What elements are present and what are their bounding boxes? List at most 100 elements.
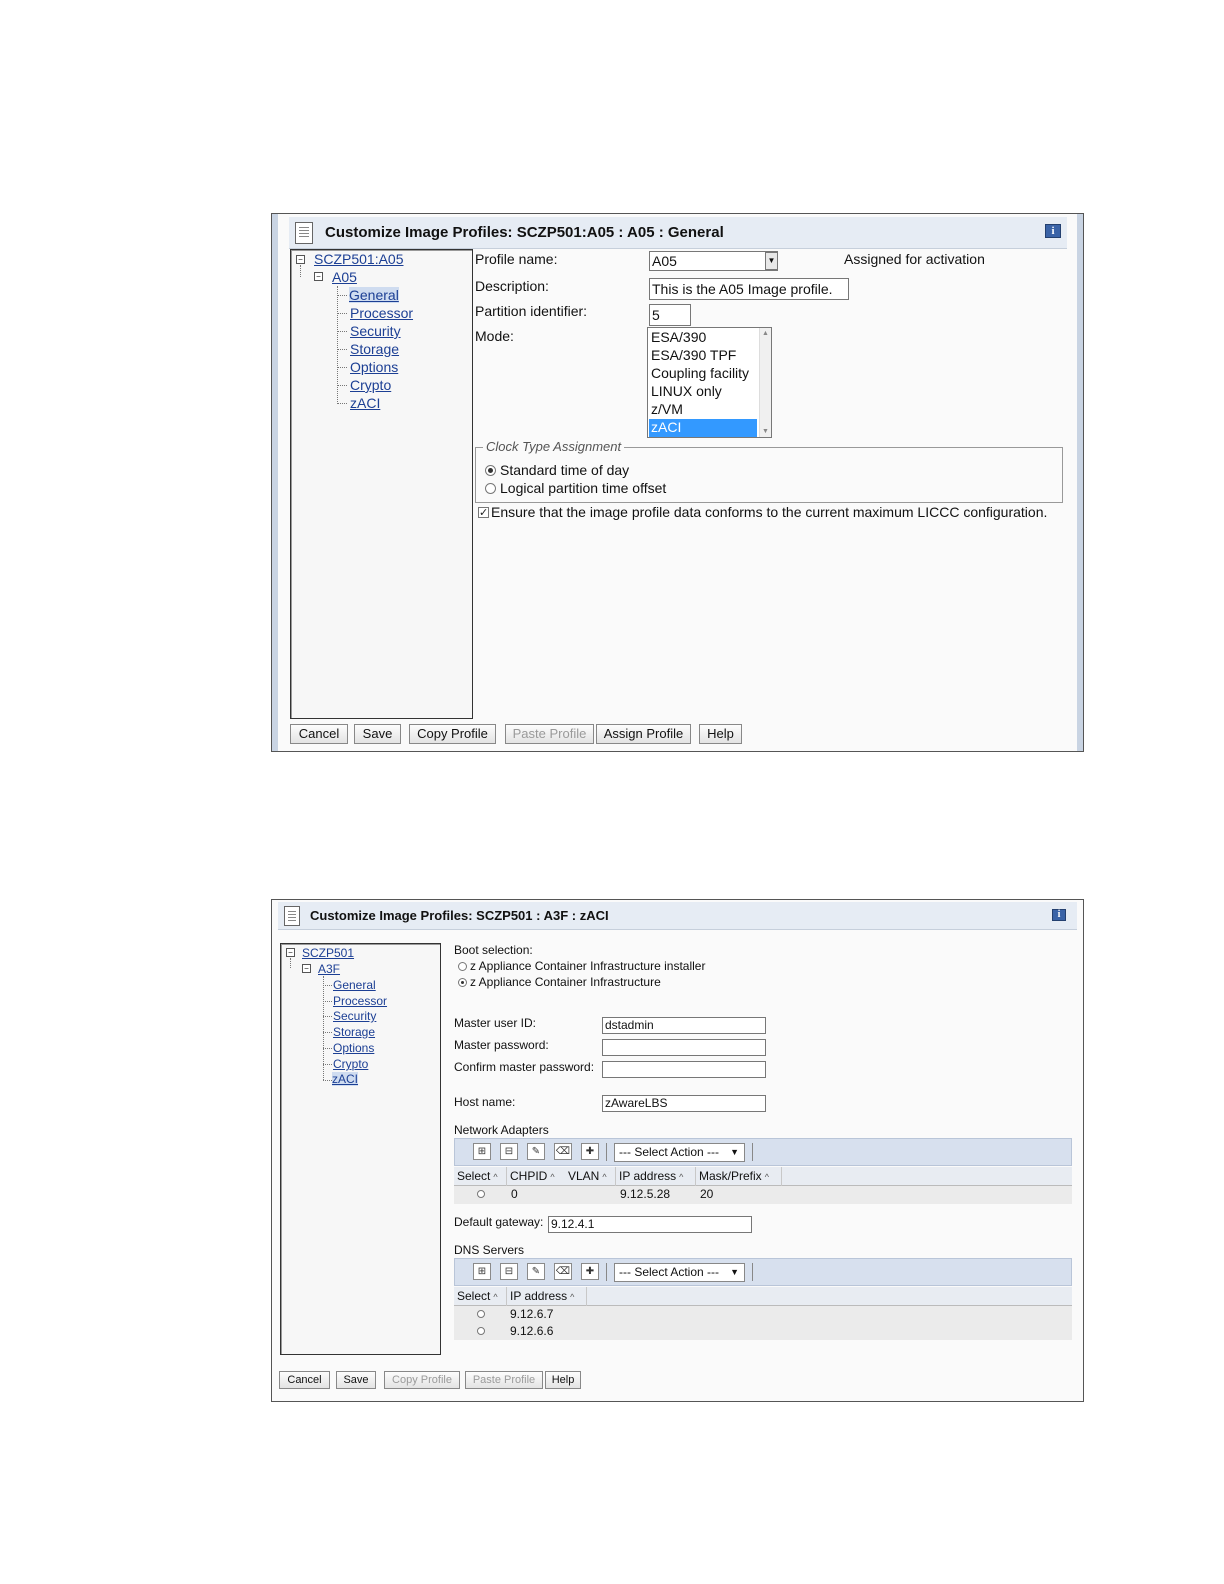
default-gateway-input[interactable]: 9.12.4.1 bbox=[548, 1216, 752, 1233]
assign-profile-button[interactable]: Assign Profile bbox=[596, 724, 691, 744]
add-icon[interactable]: ✚ bbox=[581, 1143, 599, 1160]
collapse-image-icon[interactable]: − bbox=[302, 964, 311, 973]
master-user-id-value: dstadmin bbox=[605, 1018, 654, 1032]
window-left-edge bbox=[272, 214, 278, 751]
tree-node-image[interactable]: A05 bbox=[332, 269, 357, 285]
paste-profile-button[interactable]: Paste Profile bbox=[505, 724, 594, 744]
mode-option-linux-only[interactable]: LINUX only bbox=[649, 383, 757, 401]
ensure-liccc-label: Ensure that the image profile data confo… bbox=[491, 504, 1048, 520]
edit-icon[interactable]: ✎ bbox=[527, 1263, 545, 1280]
tree-item-general[interactable]: General bbox=[349, 287, 399, 303]
deselect-all-icon[interactable]: ⊟ bbox=[500, 1143, 518, 1160]
help-button[interactable]: Help bbox=[545, 1371, 581, 1389]
deselect-all-icon[interactable]: ⊟ bbox=[500, 1263, 518, 1280]
tree-item-crypto[interactable]: Crypto bbox=[333, 1057, 368, 1071]
master-password-label: Master password: bbox=[454, 1038, 549, 1052]
select-all-icon[interactable]: ⊞ bbox=[473, 1143, 491, 1160]
help-button[interactable]: Help bbox=[699, 724, 742, 744]
confirm-master-password-input[interactable] bbox=[602, 1061, 766, 1078]
tree-item-general[interactable]: General bbox=[333, 978, 376, 992]
column-header-ip-address[interactable]: IP address ^ bbox=[619, 1167, 683, 1186]
radio-standard-time[interactable] bbox=[485, 465, 496, 476]
info-icon[interactable]: i bbox=[1052, 909, 1066, 921]
profile-name-combobox[interactable]: A05 bbox=[649, 251, 778, 271]
radio-zaci[interactable] bbox=[458, 978, 467, 987]
column-header-select[interactable]: Select ^ bbox=[457, 1287, 498, 1306]
dns-select-action-dropdown[interactable]: --- Select Action --- ▼ bbox=[614, 1263, 745, 1282]
master-user-id-input[interactable]: dstadmin bbox=[602, 1017, 766, 1034]
collapse-root-icon[interactable]: − bbox=[286, 948, 295, 957]
column-header-chpid[interactable]: CHPID ^ bbox=[510, 1167, 555, 1186]
window-titlebar: Customize Image Profiles: SCZP501:A05 : … bbox=[289, 217, 1067, 249]
tree-item-options[interactable]: Options bbox=[350, 359, 398, 375]
row-select-radio[interactable] bbox=[477, 1310, 485, 1318]
tree-node-root[interactable]: SCZP501 bbox=[302, 946, 354, 960]
mode-listbox[interactable]: ESA/390 ESA/390 TPF Coupling facility LI… bbox=[647, 327, 772, 438]
copy-profile-button[interactable]: Copy Profile bbox=[384, 1371, 460, 1389]
description-input[interactable]: This is the A05 Image profile. bbox=[649, 278, 849, 300]
tree-item-storage[interactable]: Storage bbox=[333, 1025, 375, 1039]
column-header-ip-address[interactable]: IP address ^ bbox=[510, 1287, 574, 1306]
master-password-input[interactable] bbox=[602, 1039, 766, 1056]
table-row[interactable]: 9.12.6.6 bbox=[454, 1323, 1072, 1340]
tree-node-root[interactable]: SCZP501:A05 bbox=[314, 251, 404, 267]
tree-item-zaci[interactable]: zACI bbox=[350, 395, 380, 411]
copy-profile-button[interactable]: Copy Profile bbox=[409, 724, 496, 744]
tree-item-crypto[interactable]: Crypto bbox=[350, 377, 391, 393]
tree-item-security[interactable]: Security bbox=[333, 1009, 376, 1023]
tree-node-image[interactable]: A3F bbox=[318, 962, 340, 976]
dns-servers-label: DNS Servers bbox=[454, 1243, 525, 1257]
radio-zaci-installer[interactable] bbox=[458, 962, 467, 971]
clear-icon[interactable]: ⌫ bbox=[554, 1143, 572, 1160]
tree-item-storage[interactable]: Storage bbox=[350, 341, 399, 357]
cancel-button[interactable]: Cancel bbox=[279, 1371, 330, 1389]
chevron-down-icon: ▼ bbox=[730, 1147, 739, 1157]
description-value: This is the A05 Image profile. bbox=[652, 281, 833, 297]
document-icon bbox=[284, 905, 300, 926]
mode-option-esa390-tpf[interactable]: ESA/390 TPF bbox=[649, 347, 757, 365]
mode-option-esa390[interactable]: ESA/390 bbox=[649, 329, 757, 347]
radio-logical-partition-offset[interactable] bbox=[485, 483, 496, 494]
mode-option-zvm[interactable]: z/VM bbox=[649, 401, 757, 419]
collapse-root-icon[interactable]: − bbox=[296, 255, 305, 264]
clear-icon[interactable]: ⌫ bbox=[554, 1263, 572, 1280]
mode-option-zaci[interactable]: zACI bbox=[649, 419, 757, 437]
tree-item-processor[interactable]: Processor bbox=[350, 305, 413, 321]
column-header-vlan[interactable]: VLAN ^ bbox=[568, 1167, 607, 1186]
ensure-liccc-checkbox[interactable]: ✓ bbox=[478, 507, 489, 519]
save-button[interactable]: Save bbox=[336, 1371, 376, 1389]
row-select-radio[interactable] bbox=[477, 1327, 485, 1335]
edit-icon[interactable]: ✎ bbox=[527, 1143, 545, 1160]
partition-identifier-input[interactable]: 5 bbox=[649, 304, 691, 326]
column-header-select[interactable]: Select ^ bbox=[457, 1167, 498, 1186]
host-name-input[interactable]: zAwareLBS bbox=[602, 1095, 766, 1112]
cancel-button[interactable]: Cancel bbox=[290, 724, 348, 744]
paste-profile-button[interactable]: Paste Profile bbox=[465, 1371, 543, 1389]
chevron-down-icon: ▼ bbox=[730, 1267, 739, 1277]
mode-option-coupling-facility[interactable]: Coupling facility bbox=[649, 365, 757, 383]
listbox-scrollbar[interactable]: ▲ ▼ bbox=[759, 328, 771, 437]
info-icon[interactable]: i bbox=[1045, 224, 1061, 238]
tree-item-zaci[interactable]: zACI bbox=[332, 1072, 359, 1086]
save-button[interactable]: Save bbox=[354, 724, 401, 744]
row-select-radio[interactable] bbox=[477, 1190, 485, 1198]
tree-item-options[interactable]: Options bbox=[333, 1041, 374, 1055]
tree-item-processor[interactable]: Processor bbox=[333, 994, 387, 1008]
window-right-edge bbox=[1077, 214, 1083, 751]
tree-item-security[interactable]: Security bbox=[350, 323, 401, 339]
master-user-id-label: Master user ID: bbox=[454, 1016, 537, 1030]
window-title: Customize Image Profiles: SCZP501:A05 : … bbox=[325, 224, 724, 241]
table-row[interactable]: 9.12.6.7 bbox=[454, 1306, 1072, 1323]
default-gateway-label: Default gateway: bbox=[454, 1215, 544, 1229]
table-row[interactable]: 0 9.12.5.28 20 bbox=[454, 1186, 1072, 1204]
cell-mask-prefix: 20 bbox=[700, 1187, 714, 1201]
dropdown-arrow-icon[interactable]: ▼ bbox=[765, 252, 778, 270]
collapse-image-icon[interactable]: − bbox=[314, 272, 323, 281]
column-header-mask-prefix[interactable]: Mask/Prefix ^ bbox=[699, 1167, 769, 1186]
select-all-icon[interactable]: ⊞ bbox=[473, 1263, 491, 1280]
description-label: Description: bbox=[475, 278, 549, 294]
add-icon[interactable]: ✚ bbox=[581, 1263, 599, 1280]
logical-partition-offset-label: Logical partition time offset bbox=[500, 480, 667, 496]
cell-ip-address: 9.12.5.28 bbox=[620, 1187, 671, 1201]
network-select-action-dropdown[interactable]: --- Select Action --- ▼ bbox=[614, 1143, 745, 1162]
